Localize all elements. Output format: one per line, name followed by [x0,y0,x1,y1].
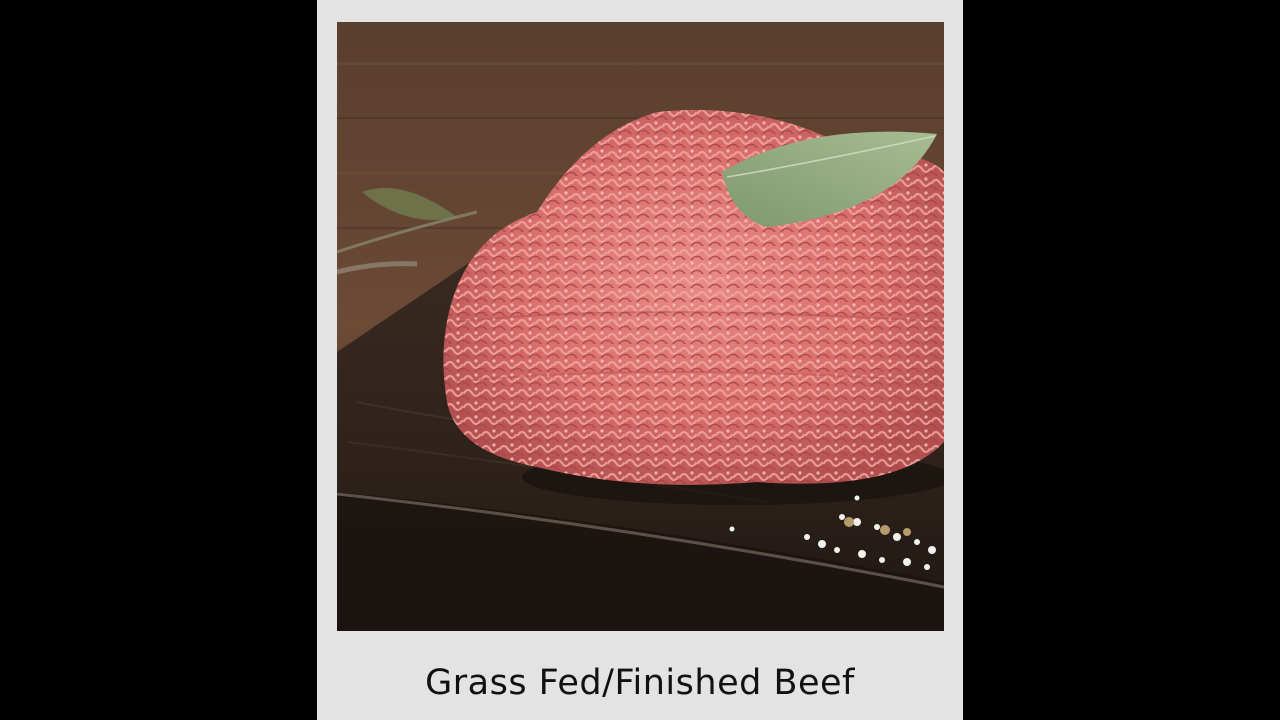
ground-beef-illustration [337,22,944,631]
product-caption: Grass Fed/Finished Beef [425,663,855,703]
product-card: Grass Fed/Finished Beef [317,0,963,720]
ground-beef-photo [337,22,944,631]
video-frame: Grass Fed/Finished Beef [0,0,1280,720]
